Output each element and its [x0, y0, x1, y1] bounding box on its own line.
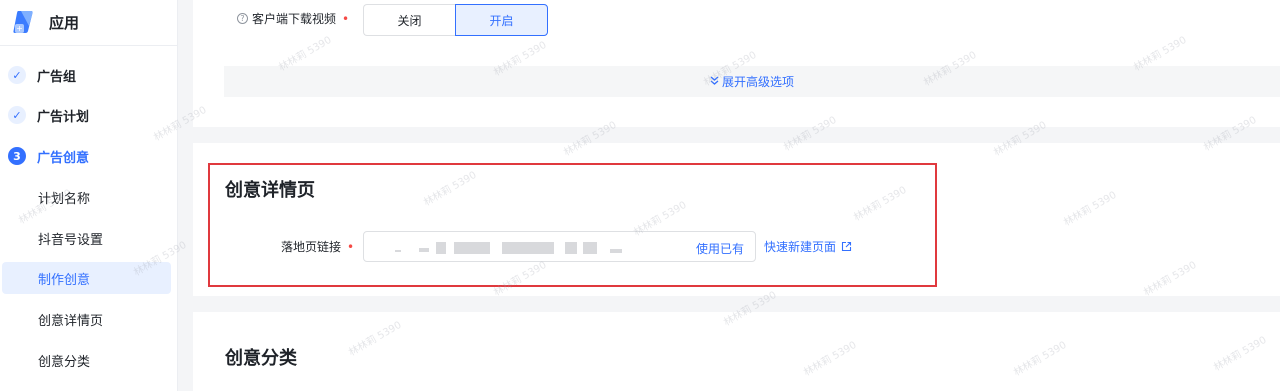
double-chevron-down-icon: [710, 76, 719, 88]
sidebar-item-make-creative[interactable]: 制作创意: [2, 262, 171, 294]
video-download-text: 客户端下载视频: [252, 12, 337, 26]
step-ad-plan[interactable]: ✓ 广告计划: [8, 102, 89, 128]
blurred-text: [610, 249, 622, 253]
app-brand: + 应用: [12, 8, 79, 36]
landing-page-text: 落地页链接: [281, 240, 342, 254]
app-logo-icon: +: [12, 9, 36, 35]
blurred-text: [583, 242, 597, 254]
svg-text:+: +: [16, 24, 23, 33]
step-ad-creative[interactable]: 3 广告创意: [8, 143, 89, 169]
landing-page-label: 落地页链接 •: [281, 238, 354, 255]
option-on-button[interactable]: 开启: [455, 4, 548, 36]
section-title-creative-category: 创意分类: [225, 348, 297, 369]
blurred-text: [502, 242, 554, 254]
blurred-text: [395, 250, 401, 252]
step-label: 广告组: [37, 69, 77, 85]
sidebar: + 应用 ✓ 广告组 ✓ 广告计划 3 广告创意 计划名称 抖音号设置 制作创意…: [0, 0, 178, 391]
check-icon: ✓: [8, 106, 26, 124]
blurred-text: [565, 242, 577, 254]
option-off-button[interactable]: 关闭: [363, 4, 455, 36]
external-link-icon: [841, 241, 852, 252]
required-mark: •: [342, 11, 350, 26]
quick-create-page-link[interactable]: 快速新建页面: [764, 238, 852, 255]
settings-card: [193, 0, 1280, 127]
expand-advanced-button[interactable]: 展开高级选项: [224, 66, 1280, 97]
use-existing-link[interactable]: 使用已有: [696, 240, 744, 257]
expand-advanced-label: 展开高级选项: [721, 75, 794, 89]
video-download-label: ? 客户端下载视频 •: [237, 10, 349, 27]
check-icon: ✓: [8, 66, 26, 84]
blurred-text: [436, 242, 446, 254]
blurred-text: [454, 242, 490, 254]
required-mark: •: [347, 239, 355, 254]
step-label: 广告计划: [37, 109, 90, 125]
step-label: 广告创意: [37, 150, 90, 166]
category-card: [193, 312, 1280, 391]
step-ad-group[interactable]: ✓ 广告组: [8, 62, 76, 88]
sidebar-divider: [0, 45, 178, 46]
app-title: 应用: [49, 13, 80, 32]
landing-page-url-input[interactable]: 使用已有: [363, 231, 756, 262]
sidebar-item-creative-category[interactable]: 创意分类: [2, 344, 171, 376]
sidebar-item-plan-name[interactable]: 计划名称: [2, 181, 171, 213]
blurred-text: [419, 248, 429, 252]
quick-create-label: 快速新建页面: [764, 240, 837, 254]
sidebar-item-douyin-settings[interactable]: 抖音号设置: [2, 222, 171, 254]
sidebar-item-creative-detail[interactable]: 创意详情页: [2, 303, 171, 335]
annotation-highlight-box: [208, 163, 937, 287]
section-title-creative-detail: 创意详情页: [225, 180, 315, 201]
step-number: 3: [8, 147, 26, 165]
help-icon[interactable]: ?: [237, 13, 248, 24]
